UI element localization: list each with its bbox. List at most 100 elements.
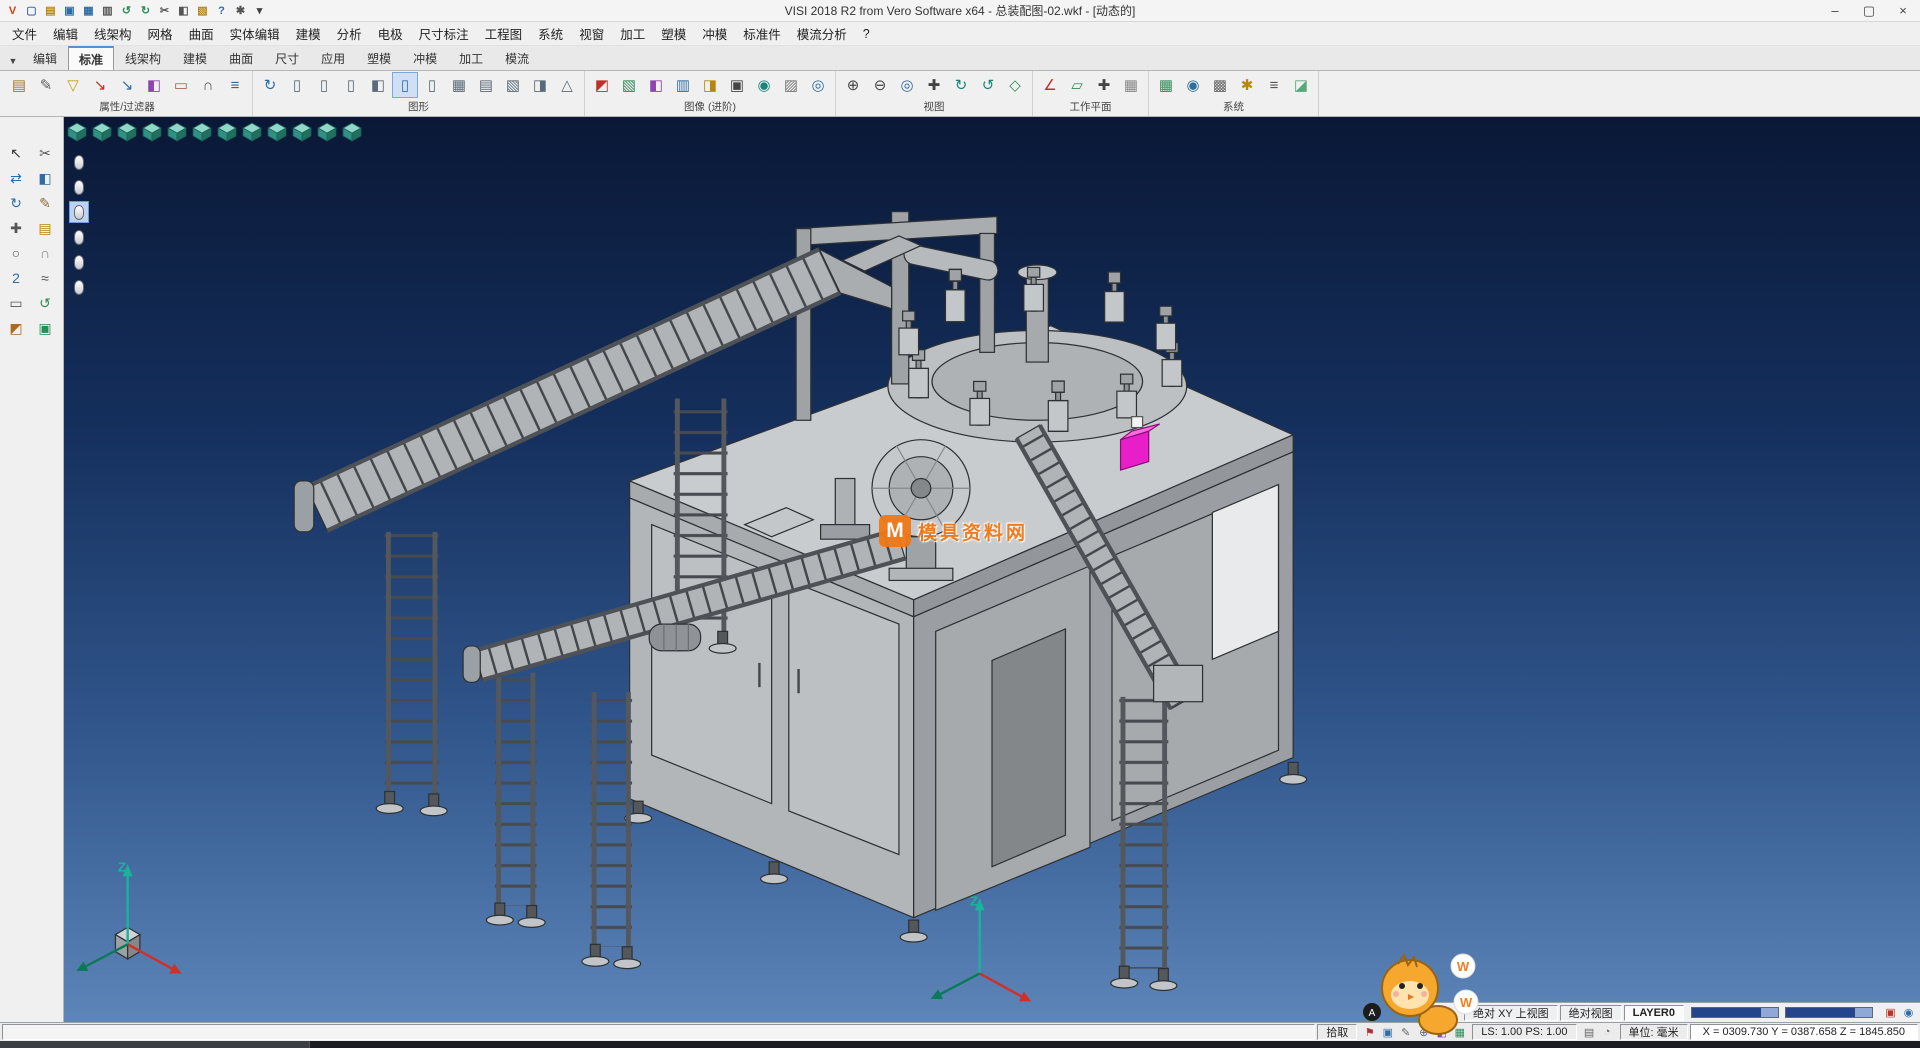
reflection-icon[interactable]: ◉ — [751, 72, 777, 98]
system-calc-icon[interactable]: ▩ — [1207, 72, 1233, 98]
hatch-icon[interactable]: ▨ — [778, 72, 804, 98]
lighting-icon[interactable]: ◨ — [697, 72, 723, 98]
filter-wireframe-icon[interactable] — [69, 176, 89, 198]
view-bottom-icon[interactable] — [116, 121, 138, 143]
layer-stack-icon[interactable]: ▤ — [473, 72, 499, 98]
attribute-pen-icon[interactable]: ✎ — [33, 72, 59, 98]
section-view-icon[interactable]: ▧ — [500, 72, 526, 98]
undo-tool-icon[interactable]: ↺ — [32, 291, 58, 315]
qat-dropdown-icon[interactable]: ▾ — [251, 2, 268, 19]
view-iso-nw-icon[interactable] — [266, 121, 288, 143]
redo-icon[interactable]: ↻ — [137, 2, 154, 19]
paste-icon[interactable]: ▧ — [194, 2, 211, 19]
select-arrow-icon[interactable]: ↖ — [3, 141, 29, 165]
menu-item[interactable]: 冲模 — [694, 22, 735, 45]
view-top-icon[interactable] — [91, 121, 113, 143]
minimize-button[interactable]: – — [1818, 0, 1852, 21]
cut-icon[interactable]: ✂ — [156, 2, 173, 19]
curve-tool-icon[interactable]: ≈ — [32, 266, 58, 290]
tab-item[interactable]: 建模 — [172, 46, 218, 70]
menu-item[interactable]: 视窗 — [571, 22, 612, 45]
active-layer-label[interactable]: LAYER0 — [1624, 1005, 1684, 1021]
menu-item[interactable]: 实体编辑 — [222, 22, 288, 45]
undo-icon[interactable]: ↺ — [118, 2, 135, 19]
menu-item[interactable]: ? — [855, 25, 878, 43]
tab-item[interactable]: 线架构 — [114, 46, 172, 70]
view-mode-label[interactable]: 绝对视图 — [1560, 1005, 1622, 1021]
image-capture-icon[interactable]: ◩ — [589, 72, 615, 98]
filter-surfaces-icon[interactable] — [69, 226, 89, 248]
help-icon[interactable]: ? — [213, 2, 230, 19]
view-iso-sw-icon[interactable] — [316, 121, 338, 143]
open-file-icon[interactable]: ▤ — [42, 2, 59, 19]
dynamic-shade-icon[interactable]: ▯ — [392, 72, 418, 98]
world-icon[interactable]: ◉ — [1900, 1005, 1917, 1021]
tab-item[interactable]: 冲模 — [402, 46, 448, 70]
tab-overflow-button[interactable]: ▼ — [4, 52, 22, 70]
workplane-angle-icon[interactable]: ∠ — [1037, 72, 1063, 98]
pan-icon[interactable]: ✚ — [921, 72, 947, 98]
menu-item[interactable]: 工程图 — [477, 22, 531, 45]
properties-icon[interactable]: ≡ — [222, 72, 248, 98]
filter-points-icon[interactable] — [69, 151, 89, 173]
material-view-icon[interactable]: △ — [554, 72, 580, 98]
menu-item[interactable]: 线架构 — [86, 22, 140, 45]
translate-icon[interactable]: ⇄ — [3, 166, 29, 190]
layer-manager-icon[interactable]: ▤ — [6, 72, 32, 98]
shaded-edges-icon[interactable]: ◧ — [365, 72, 391, 98]
hidden-line-icon[interactable]: ▯ — [311, 72, 337, 98]
view-right-icon[interactable] — [216, 121, 238, 143]
snapshot-view-icon[interactable]: ◎ — [805, 72, 831, 98]
menu-item[interactable]: 电极 — [370, 22, 411, 45]
menu-item[interactable]: 建模 — [288, 22, 329, 45]
tab-item[interactable]: 应用 — [310, 46, 356, 70]
visi-logo-icon[interactable]: V — [4, 2, 21, 19]
close-button[interactable]: × — [1886, 0, 1920, 21]
regen-icon[interactable]: ↻ — [257, 72, 283, 98]
workplane-grid-icon[interactable]: ▦ — [1118, 72, 1144, 98]
arc-tool-icon[interactable]: ∩ — [32, 241, 58, 265]
system-globe-icon[interactable]: ◉ — [1180, 72, 1206, 98]
menu-item[interactable]: 曲面 — [181, 22, 222, 45]
transparent-view-icon[interactable]: ▯ — [419, 72, 445, 98]
color-palette-icon[interactable]: ◧ — [141, 72, 167, 98]
wireframe-view-icon[interactable]: ▯ — [284, 72, 310, 98]
print-icon[interactable]: ▥ — [99, 2, 116, 19]
background-icon[interactable]: ▥ — [670, 72, 696, 98]
settings-icon[interactable]: ✱ — [232, 2, 249, 19]
view-front-icon[interactable] — [141, 121, 163, 143]
filter-solids-icon[interactable] — [69, 201, 89, 223]
trim-scissors-icon[interactable]: ✂ — [32, 141, 58, 165]
sketch-pen-icon[interactable]: ✎ — [32, 191, 58, 215]
viewport-3d[interactable]: Z Z M — [64, 117, 1920, 1022]
circle-tool-icon[interactable]: ○ — [3, 241, 29, 265]
grid-display-icon[interactable]: ▦ — [446, 72, 472, 98]
erase-attr-icon[interactable]: ▭ — [168, 72, 194, 98]
new-file-icon[interactable]: ▢ — [23, 2, 40, 19]
system-snap-icon[interactable]: ✱ — [1234, 72, 1260, 98]
menu-item[interactable]: 文件 — [4, 22, 45, 45]
menu-item[interactable]: 模流分析 — [789, 22, 855, 45]
system-options-icon[interactable]: ≡ — [1261, 72, 1287, 98]
tab-item[interactable]: 模流 — [494, 46, 540, 70]
menu-item[interactable]: 标准件 — [735, 22, 789, 45]
tab-item[interactable]: 标准 — [68, 46, 114, 70]
tab-item[interactable]: 编辑 — [22, 46, 68, 70]
save-icon[interactable]: ▣ — [61, 2, 78, 19]
rotate-view-icon[interactable]: ↻ — [948, 72, 974, 98]
copy-icon[interactable]: ◧ — [175, 2, 192, 19]
prompt-field[interactable] — [2, 1024, 1315, 1040]
scale-indicator[interactable]: LS: 1.00 PS: 1.00 — [1472, 1024, 1576, 1040]
menu-item[interactable]: 编辑 — [45, 22, 86, 45]
texture-icon[interactable]: ▧ — [616, 72, 642, 98]
rotate-icon[interactable]: ↻ — [3, 191, 29, 215]
view-iso-ne-icon[interactable] — [241, 121, 263, 143]
save-all-icon[interactable]: ▦ — [80, 2, 97, 19]
tab-item[interactable]: 塑模 — [356, 46, 402, 70]
match-props-icon[interactable]: ∩ — [195, 72, 221, 98]
maximize-button[interactable]: ▢ — [1852, 0, 1886, 21]
snapshot-icon[interactable]: ▣ — [32, 316, 58, 340]
view-layers-icon[interactable] — [66, 121, 88, 143]
pick-mode-label[interactable]: 拾取 — [1317, 1024, 1357, 1040]
menu-item[interactable]: 分析 — [329, 22, 370, 45]
